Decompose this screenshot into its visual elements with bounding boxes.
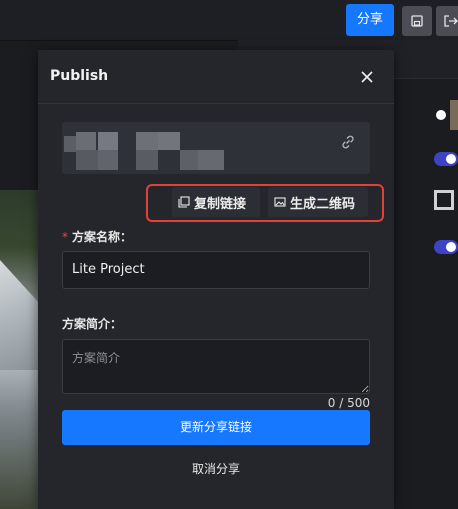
cancel-share-button[interactable]: 取消分享 bbox=[62, 456, 370, 482]
description-label: 方案简介： bbox=[62, 317, 123, 331]
name-label: * 方案名称： bbox=[62, 230, 133, 244]
background-building-image bbox=[0, 190, 40, 509]
panel-title: Publish bbox=[50, 68, 109, 84]
close-icon bbox=[361, 71, 373, 83]
save-button[interactable] bbox=[402, 6, 432, 36]
property-toggle-1[interactable] bbox=[434, 152, 458, 166]
panel-header: Publish bbox=[38, 50, 394, 104]
property-toggle-2[interactable] bbox=[434, 240, 458, 254]
property-radio[interactable] bbox=[436, 110, 446, 120]
update-share-link-button[interactable]: 更新分享链接 bbox=[62, 410, 370, 445]
blurred-link-text bbox=[62, 122, 370, 174]
background-image-edge bbox=[450, 100, 458, 130]
description-input[interactable] bbox=[62, 339, 370, 394]
highlight-box bbox=[146, 184, 384, 222]
character-counter: 0 / 500 bbox=[327, 396, 370, 410]
publish-panel: Publish 复制链接 生成二维码 * 方案名称： Lite Project … bbox=[38, 50, 394, 509]
property-checkbox[interactable] bbox=[434, 190, 454, 210]
close-button[interactable] bbox=[358, 68, 376, 86]
exit-button[interactable] bbox=[436, 6, 458, 36]
required-asterisk: * bbox=[62, 230, 68, 244]
link-icon[interactable] bbox=[340, 134, 356, 150]
building-roof bbox=[0, 260, 40, 370]
share-button[interactable]: 分享 bbox=[346, 4, 394, 36]
top-toolbar: 分享 bbox=[0, 0, 458, 41]
exit-icon bbox=[444, 15, 458, 27]
name-input[interactable]: Lite Project bbox=[62, 251, 370, 289]
save-icon bbox=[411, 15, 423, 27]
share-link-box[interactable] bbox=[62, 122, 370, 174]
